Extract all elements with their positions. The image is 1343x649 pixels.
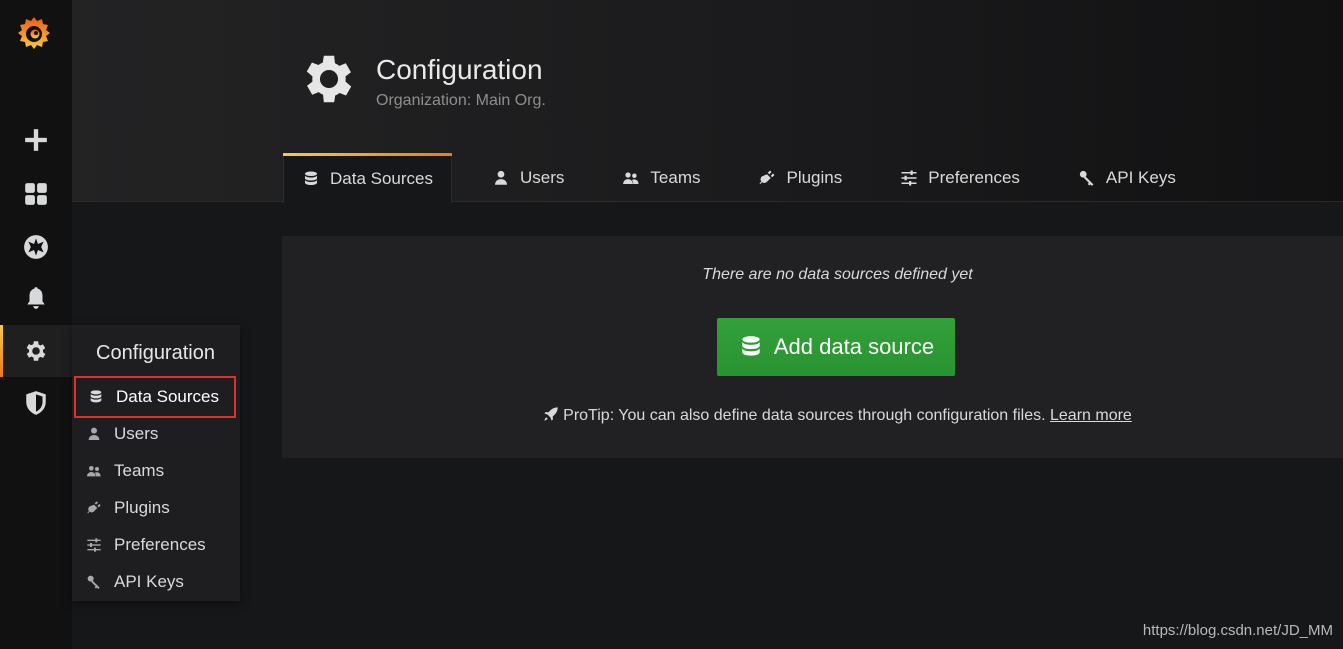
alerting-bell-icon [23, 285, 49, 311]
flyout-item-label: Users [114, 424, 159, 443]
dashboards-icon [23, 181, 49, 207]
flyout-title: Configuration [96, 342, 215, 364]
learn-more-link[interactable]: Learn more [1050, 407, 1132, 424]
empty-state-panel: There are no data sources defined yet Ad… [282, 236, 1343, 458]
tab-data-sources[interactable]: Data Sources [283, 153, 452, 203]
add-data-source-label: Add data source [773, 334, 935, 359]
flyout-item-data-sources[interactable]: Data Sources [74, 376, 236, 418]
add-data-source-button[interactable]: Add data source [717, 318, 955, 376]
sidebar [0, 0, 72, 649]
rocket-icon [543, 406, 559, 422]
watermark: https://blog.csdn.net/JD_MM [1142, 622, 1333, 639]
flyout-item-label: Preferences [114, 535, 206, 554]
sidebar-alerting[interactable] [0, 272, 72, 324]
tab-label: Teams [650, 167, 701, 187]
tab-label: Preferences [928, 167, 1020, 187]
key-icon [86, 574, 102, 590]
grafana-logo-icon[interactable] [14, 14, 54, 54]
sidebar-configuration[interactable] [0, 325, 72, 377]
flyout-item-plugins[interactable]: Plugins [74, 487, 236, 529]
sidebar-create[interactable] [0, 114, 72, 166]
user-icon [492, 169, 510, 187]
gear-icon [298, 48, 360, 110]
protip-text: ProTip: You can also define data sources… [563, 407, 1046, 424]
user-icon [86, 426, 102, 442]
protip: ProTip: You can also define data sources… [282, 406, 1343, 425]
tab-bar: Data Sources Users Teams Plugins Prefere… [283, 153, 1216, 203]
configuration-flyout-menu: Configuration Data Sources Users Teams P… [72, 325, 240, 601]
tab-label: Users [520, 167, 565, 187]
sliders-icon [900, 169, 918, 187]
explore-compass-icon [23, 234, 49, 260]
plug-icon [86, 500, 102, 516]
tab-label: API Keys [1105, 167, 1176, 187]
page-header: Configuration Organization: Main Org. Da… [72, 0, 1343, 203]
flyout-item-label: Teams [114, 461, 165, 480]
flyout-item-api-keys[interactable]: API Keys [74, 561, 236, 603]
sliders-icon [86, 537, 102, 553]
flyout-item-label: Plugins [114, 498, 170, 517]
configuration-gear-icon [23, 338, 49, 364]
tab-api-keys[interactable]: API Keys [1060, 153, 1194, 202]
flyout-item-users[interactable]: Users [74, 413, 236, 455]
database-icon [88, 389, 104, 405]
sidebar-dashboards[interactable] [0, 168, 72, 220]
plus-icon [23, 127, 49, 153]
tab-label: Plugins [786, 167, 843, 187]
page-subtitle: Organization: Main Org. [376, 92, 546, 109]
tab-preferences[interactable]: Preferences [882, 153, 1038, 202]
users-icon [86, 463, 102, 479]
tab-label: Data Sources [330, 168, 433, 188]
key-icon [1078, 169, 1096, 187]
database-icon [738, 334, 764, 360]
database-icon [302, 170, 320, 188]
tab-users[interactable]: Users [474, 153, 582, 202]
sidebar-server-admin[interactable] [0, 377, 72, 429]
plug-icon [758, 169, 776, 187]
page-title: Configuration [376, 54, 543, 85]
sidebar-explore[interactable] [0, 221, 72, 273]
tab-plugins[interactable]: Plugins [740, 153, 860, 202]
server-admin-shield-icon [23, 390, 49, 416]
flyout-item-teams[interactable]: Teams [74, 450, 236, 492]
empty-state-message: There are no data sources defined yet [702, 266, 973, 283]
flyout-item-preferences[interactable]: Preferences [74, 524, 236, 566]
flyout-item-label: Data Sources [116, 387, 219, 406]
tab-teams[interactable]: Teams [604, 153, 718, 202]
flyout-item-label: API Keys [114, 572, 184, 591]
users-icon [622, 169, 640, 187]
